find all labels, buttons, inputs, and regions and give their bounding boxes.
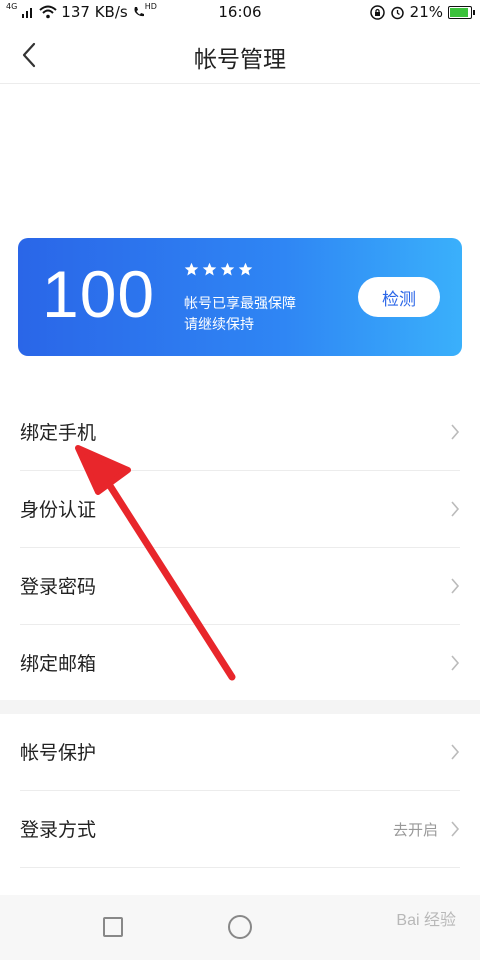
chevron-right-icon (451, 424, 460, 440)
account-list-2: 帐号保护 登录方式 去开启 (0, 714, 480, 868)
score-description: 帐号已享最强保障 (184, 296, 296, 312)
chevron-right-icon (451, 501, 460, 517)
home-button[interactable] (228, 915, 252, 939)
chevron-right-icon (451, 655, 460, 671)
list-item-label: 登录方式 (20, 819, 97, 841)
security-score-card: 100 帐号已享最强保障 请继续保持 检测 (18, 238, 462, 356)
chevron-right-icon (451, 821, 460, 837)
battery-percent: 21% (409, 3, 443, 21)
profile-area (20, 120, 250, 210)
score-hint: 请继续保持 (184, 317, 254, 333)
lock-icon (369, 4, 385, 20)
list-item-value: 去开启 (392, 821, 438, 839)
list-item-label: 身份认证 (20, 499, 97, 521)
page-title: 帐号管理 (194, 47, 286, 73)
list-item-login-password[interactable]: 登录密码 (20, 548, 460, 625)
list-item-bind-email[interactable]: 绑定邮箱 (20, 625, 460, 702)
alarm-icon (390, 6, 404, 19)
list-item-label: 登录密码 (20, 576, 97, 598)
security-score: 100 (42, 257, 156, 331)
list-item-label: 绑定邮箱 (20, 653, 97, 675)
chevron-right-icon (451, 578, 460, 594)
list-item-label: 绑定手机 (20, 422, 97, 444)
star-icon (202, 262, 217, 276)
status-bar: 4G 137 KB/s HD 16:06 21% (0, 0, 480, 26)
star-rating (184, 262, 253, 277)
list-item-login-method[interactable]: 登录方式 去开启 (20, 791, 460, 868)
nav-bar: 帐号管理 (0, 26, 480, 84)
check-button[interactable]: 检测 (358, 277, 440, 317)
list-item-account-protection[interactable]: 帐号保护 (20, 714, 460, 791)
recent-apps-button[interactable] (103, 917, 123, 937)
battery-icon (448, 5, 475, 19)
star-icon (184, 262, 199, 276)
account-list-1: 绑定手机 身份认证 登录密码 绑定邮箱 (0, 394, 480, 702)
section-divider (0, 700, 480, 714)
list-item-label: 帐号保护 (20, 742, 97, 764)
list-item-bind-phone[interactable]: 绑定手机 (20, 394, 460, 471)
watermark: Bai 经验 (396, 912, 456, 929)
list-item-identity[interactable]: 身份认证 (20, 471, 460, 548)
chevron-right-icon (451, 744, 460, 760)
star-icon (220, 262, 235, 276)
star-icon (238, 262, 253, 276)
